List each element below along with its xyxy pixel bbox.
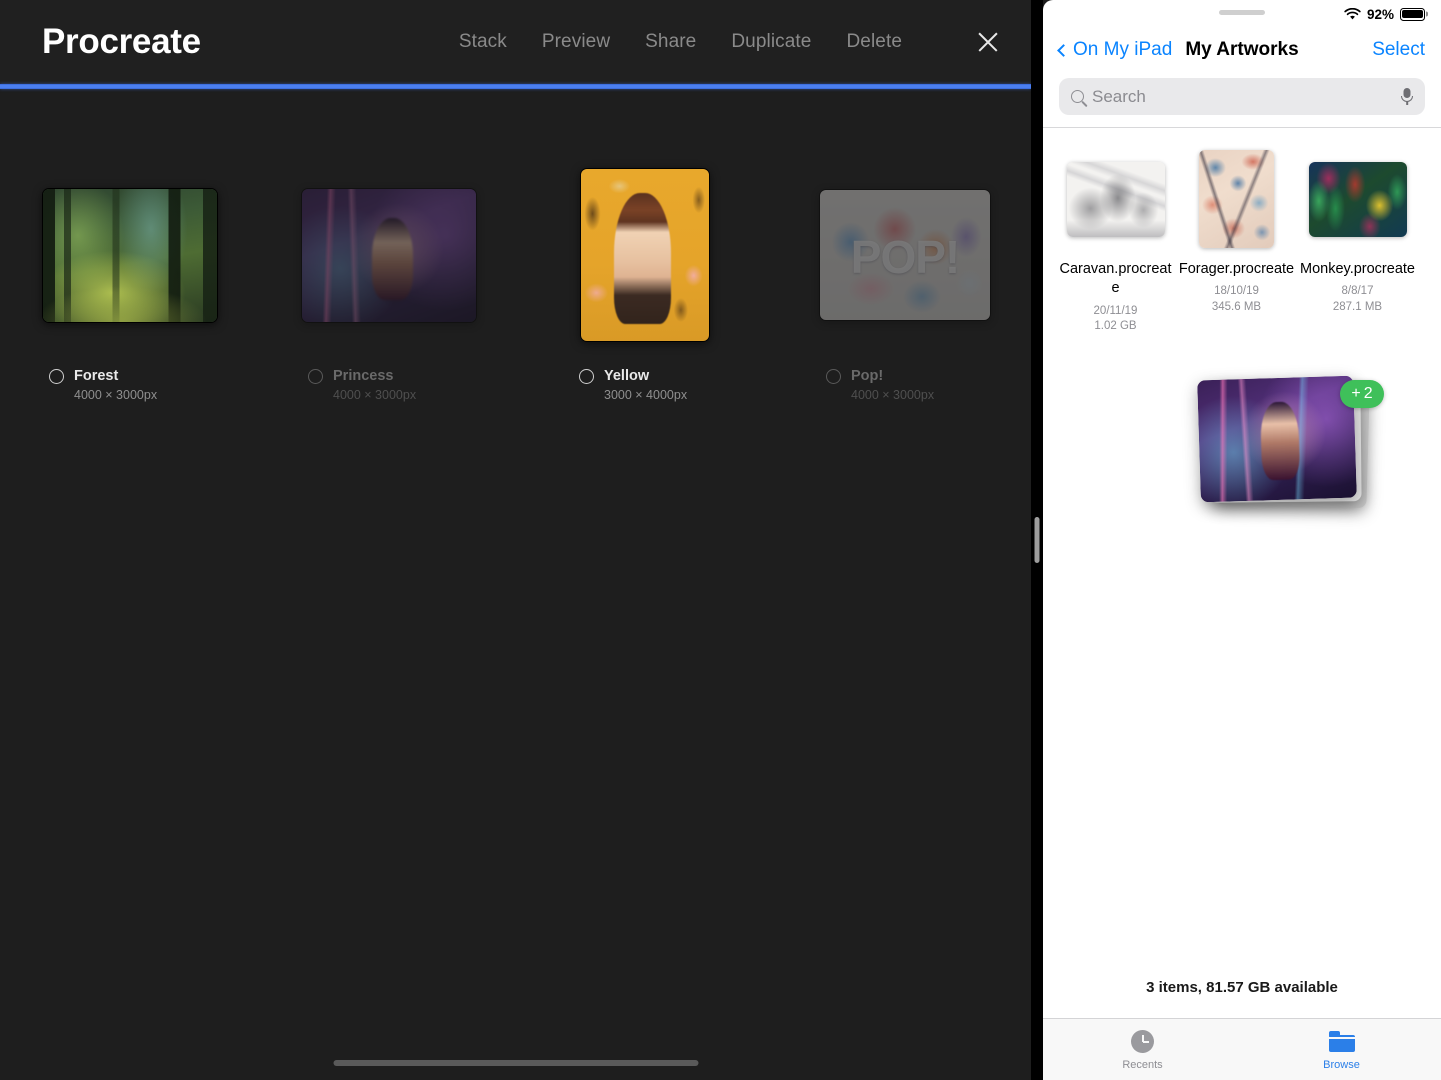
artwork-thumb-text: POP! (850, 231, 960, 284)
files-folder-title: My Artworks (1185, 39, 1299, 60)
wifi-icon (1344, 7, 1361, 19)
artwork-select-radio-princess[interactable] (308, 368, 323, 384)
artwork-select-radio-forest[interactable] (49, 368, 64, 384)
battery-percent-label: 92% (1366, 6, 1394, 22)
menu-item-duplicate[interactable]: Duplicate (731, 31, 811, 53)
page-title: Procreate (42, 22, 201, 61)
artwork-name-label: Yellow (604, 368, 650, 384)
artwork-meta: Princess 4000 × 3000px (301, 368, 560, 402)
selection-accent-line (0, 84, 1031, 89)
artwork-dimensions-label: 3000 × 4000px (604, 388, 688, 402)
status-bar-indicators: 92% (1344, 7, 1425, 22)
file-date-label: 18/10/19 (1214, 285, 1259, 298)
artwork-thumbnail-forest[interactable] (42, 187, 218, 323)
drag-card-front[interactable] (1197, 375, 1357, 503)
split-view-divider[interactable] (1031, 0, 1043, 1080)
files-tab-bar: Recents Browse (1043, 1018, 1441, 1080)
file-size-label: 345.6 MB (1211, 300, 1262, 313)
menu-item-delete[interactable]: Delete (846, 31, 902, 53)
file-size-label: 287.1 MB (1332, 300, 1383, 313)
battery-icon (1400, 7, 1425, 21)
artwork-dimensions-label: 4000 × 3000px (74, 388, 158, 402)
file-thumbnail-monkey[interactable] (1308, 161, 1407, 237)
artwork-thumbnail-princess[interactable] (301, 187, 477, 323)
file-item-caravan[interactable]: Caravan.procreate 20/11/19 1.02 GB (1055, 144, 1176, 335)
tab-browse-label: Browse (1323, 1058, 1360, 1071)
artwork-thumbnail-pop[interactable]: POP! (819, 189, 991, 321)
artwork-select-radio-yellow[interactable] (579, 368, 594, 384)
back-button[interactable]: On My iPad (1057, 39, 1173, 61)
microphone-icon[interactable] (1401, 88, 1413, 105)
search-input[interactable]: Search (1059, 78, 1425, 115)
artwork-card-princess[interactable]: Princess 4000 × 3000px (301, 155, 560, 402)
artwork-dimensions-label: 4000 × 3000px (333, 388, 417, 402)
file-thumbnail-box (1297, 144, 1418, 254)
file-item-forager[interactable]: Forager.procreate 18/10/19 345.6 MB (1176, 144, 1297, 335)
file-date-label: 20/11/19 (1093, 304, 1138, 317)
tab-browse[interactable]: Browse (1242, 1029, 1441, 1071)
chevron-left-icon (1057, 43, 1070, 57)
file-thumbnail-box (1055, 144, 1176, 254)
search-placeholder: Search (1092, 86, 1146, 106)
menu-item-share[interactable]: Share (645, 31, 696, 53)
artwork-gallery-grid: Forest 4000 × 3000px Princess 4000 × 300… (0, 95, 1031, 425)
files-app-pane: 92% On My iPad My Artworks Select Search (1043, 0, 1441, 1080)
artwork-meta: Forest 4000 × 3000px (42, 368, 301, 402)
drag-preview-stack[interactable]: + 2 (1191, 372, 1384, 527)
select-button[interactable]: Select (1372, 39, 1425, 61)
drag-badge-plus: + (1351, 385, 1361, 402)
file-item-monkey[interactable]: Monkey.procreate 8/8/17 287.1 MB (1297, 144, 1418, 335)
artwork-thumbnail-wrap (560, 155, 819, 355)
artwork-thumbnail-wrap (301, 155, 560, 355)
file-thumbnail-caravan[interactable] (1066, 161, 1165, 237)
files-status-text: 3 items, 81.57 GB available (1146, 979, 1338, 996)
procreate-app-pane: Procreate Stack Preview Share Duplicate … (0, 0, 1031, 1080)
pane-grabber-handle[interactable] (1219, 10, 1265, 15)
clock-icon (1131, 1030, 1154, 1053)
files-grid: Caravan.procreate 20/11/19 1.02 GB Forag… (1043, 128, 1441, 335)
artwork-thumbnail-wrap (42, 155, 301, 355)
file-name-label: Monkey.procreate (1300, 261, 1415, 277)
file-size-label: 1.02 GB (1094, 320, 1137, 333)
artwork-card-yellow[interactable]: Yellow 3000 × 4000px (560, 155, 819, 402)
ipad-split-view-screen: Procreate Stack Preview Share Duplicate … (0, 0, 1441, 1080)
file-thumbnail-box (1176, 144, 1297, 254)
files-navigation-bar: On My iPad My Artworks Select (1043, 28, 1441, 72)
file-name-label: Caravan.procreate (1059, 261, 1172, 297)
artwork-name-label: Forest (74, 368, 119, 384)
artwork-name-label: Pop! (851, 368, 884, 384)
home-indicator[interactable] (333, 1060, 698, 1066)
split-view-drag-handle[interactable] (1034, 517, 1040, 563)
artwork-thumbnail-yellow[interactable] (580, 168, 710, 342)
file-thumbnail-forager[interactable] (1199, 150, 1274, 248)
folder-icon (1328, 1031, 1355, 1052)
menu-item-stack[interactable]: Stack (459, 31, 507, 53)
files-content-area: Caravan.procreate 20/11/19 1.02 GB Forag… (1043, 128, 1441, 979)
status-bar: 92% (1043, 0, 1441, 28)
search-bar-container: Search (1043, 72, 1441, 127)
close-icon[interactable] (975, 29, 1001, 55)
tab-recents[interactable]: Recents (1043, 1029, 1242, 1071)
artwork-name-label: Princess (333, 368, 394, 384)
file-date-label: 8/8/17 (1341, 285, 1374, 298)
menu-item-preview[interactable]: Preview (542, 31, 610, 53)
procreate-action-menu: Stack Preview Share Duplicate Delete (459, 29, 1009, 55)
artwork-meta: Yellow 3000 × 4000px (560, 368, 819, 402)
back-button-label: On My iPad (1073, 39, 1173, 60)
tab-recents-label: Recents (1122, 1058, 1163, 1071)
artwork-select-radio-pop[interactable] (826, 368, 841, 384)
drag-count-badge: + 2 (1340, 380, 1384, 408)
artwork-card-forest[interactable]: Forest 4000 × 3000px (42, 155, 301, 402)
search-icon (1071, 90, 1084, 103)
drag-badge-count: 2 (1363, 385, 1373, 402)
procreate-header: Procreate Stack Preview Share Duplicate … (0, 0, 1031, 84)
file-name-label: Forager.procreate (1178, 261, 1295, 277)
